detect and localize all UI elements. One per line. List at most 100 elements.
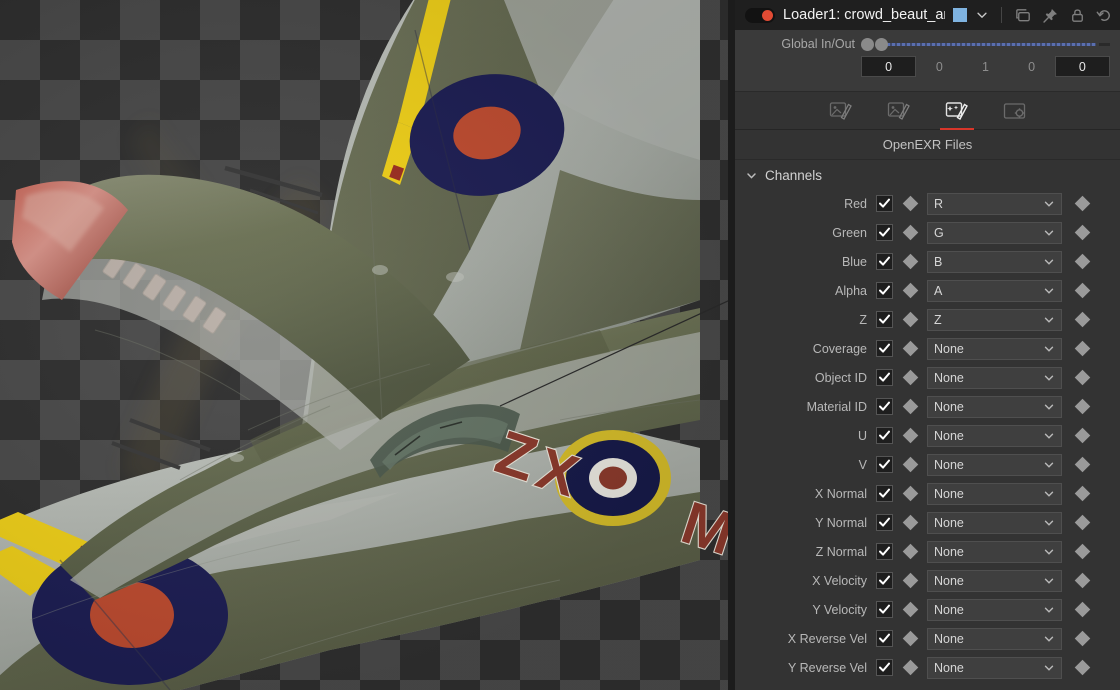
tab-format[interactable] — [944, 98, 970, 124]
keyframe-diamond-icon[interactable] — [1074, 283, 1090, 299]
keyframe-diamond-icon[interactable] — [902, 399, 918, 415]
channel-source-dropdown[interactable]: None — [927, 570, 1062, 592]
keyframe-diamond-icon[interactable] — [902, 544, 918, 560]
chevron-down-icon[interactable] — [975, 8, 989, 22]
lock-icon[interactable] — [1068, 6, 1087, 25]
keyframe-diamond-icon[interactable] — [1074, 544, 1090, 560]
keyframe-diamond-icon[interactable] — [1074, 196, 1090, 212]
duplicate-icon[interactable] — [1014, 6, 1033, 25]
keyframe-diamond-icon[interactable] — [1074, 254, 1090, 270]
checkmark-icon — [879, 256, 890, 267]
keyframe-diamond-icon[interactable] — [1074, 370, 1090, 386]
channel-source-dropdown[interactable]: None — [927, 396, 1062, 418]
channel-source-dropdown[interactable]: None — [927, 541, 1062, 563]
tab-image-1[interactable] — [828, 98, 854, 124]
channel-source-dropdown[interactable]: A — [927, 280, 1062, 302]
channel-source-dropdown[interactable]: None — [927, 483, 1062, 505]
channel-enable-checkbox[interactable] — [876, 485, 893, 502]
channel-enable-checkbox[interactable] — [876, 659, 893, 676]
channel-source-value: None — [934, 574, 964, 588]
channel-source-value: None — [934, 603, 964, 617]
keyframe-diamond-icon[interactable] — [902, 515, 918, 531]
channel-source-dropdown[interactable]: R — [927, 193, 1062, 215]
keyframe-diamond-icon[interactable] — [1074, 486, 1090, 502]
global-in-out-slider[interactable] — [861, 37, 1110, 51]
channel-source-dropdown[interactable]: Z — [927, 309, 1062, 331]
keyframe-diamond-icon[interactable] — [902, 312, 918, 328]
keyframe-diamond-icon[interactable] — [1074, 631, 1090, 647]
channel-enable-checkbox[interactable] — [876, 572, 893, 589]
channel-source-dropdown[interactable]: None — [927, 599, 1062, 621]
channel-enable-checkbox[interactable] — [876, 398, 893, 415]
keyframe-diamond-icon[interactable] — [1074, 225, 1090, 241]
keyframe-cell-right — [1062, 314, 1102, 325]
keyframe-diamond-icon[interactable] — [1074, 428, 1090, 444]
channel-enable-checkbox[interactable] — [876, 340, 893, 357]
channel-source-dropdown[interactable]: None — [927, 628, 1062, 650]
keyframe-diamond-icon[interactable] — [902, 457, 918, 473]
channel-enable-checkbox[interactable] — [876, 601, 893, 618]
channel-source-dropdown[interactable]: B — [927, 251, 1062, 273]
keyframe-diamond-icon[interactable] — [1074, 457, 1090, 473]
channel-enable-checkbox[interactable] — [876, 514, 893, 531]
image-viewer[interactable]: Z X M — [0, 0, 728, 690]
keyframe-diamond-icon[interactable] — [902, 486, 918, 502]
channel-enable-checkbox[interactable] — [876, 224, 893, 241]
channel-enable-checkbox[interactable] — [876, 543, 893, 560]
node-power-toggle[interactable] — [745, 8, 775, 23]
global-in-field[interactable]: 0 — [861, 56, 916, 77]
inspector-panel: Loader1: crowd_beaut_arbritary_ — [735, 0, 1120, 690]
pin-icon[interactable] — [1041, 6, 1060, 25]
channels-section-header[interactable]: Channels — [735, 168, 1120, 189]
chevron-down-icon — [1043, 256, 1055, 268]
keyframe-diamond-icon[interactable] — [902, 254, 918, 270]
channel-enable-checkbox[interactable] — [876, 253, 893, 270]
global-out-field[interactable]: 0 — [1055, 56, 1110, 77]
keyframe-diamond-icon[interactable] — [1074, 660, 1090, 676]
keyframe-diamond-icon[interactable] — [902, 225, 918, 241]
keyframe-diamond-icon[interactable] — [1074, 399, 1090, 415]
keyframe-diamond-icon[interactable] — [1074, 602, 1090, 618]
channel-label: Object ID — [735, 371, 876, 385]
channel-source-dropdown[interactable]: None — [927, 657, 1062, 679]
keyframe-diamond-icon[interactable] — [902, 341, 918, 357]
keyframe-diamond-icon[interactable] — [902, 283, 918, 299]
keyframe-diamond-icon[interactable] — [1074, 573, 1090, 589]
keyframe-diamond-icon[interactable] — [902, 196, 918, 212]
channel-source-dropdown[interactable]: None — [927, 454, 1062, 476]
channel-enable-checkbox[interactable] — [876, 630, 893, 647]
keyframe-diamond-icon[interactable] — [902, 602, 918, 618]
channel-source-dropdown[interactable]: None — [927, 512, 1062, 534]
channel-enable-checkbox[interactable] — [876, 369, 893, 386]
checkmark-icon — [879, 662, 890, 673]
channel-source-dropdown[interactable]: None — [927, 338, 1062, 360]
tab-image-2[interactable] — [886, 98, 912, 124]
keyframe-diamond-icon[interactable] — [902, 428, 918, 444]
keyframe-cell-left — [893, 459, 927, 470]
keyframe-diamond-icon[interactable] — [902, 370, 918, 386]
keyframe-diamond-icon[interactable] — [1074, 341, 1090, 357]
channel-enable-checkbox[interactable] — [876, 195, 893, 212]
reset-icon[interactable] — [1095, 6, 1114, 25]
tab-settings[interactable] — [1002, 98, 1028, 124]
slider-handle-in[interactable] — [861, 38, 874, 51]
channel-source-dropdown[interactable]: None — [927, 367, 1062, 389]
keyframe-diamond-icon[interactable] — [902, 631, 918, 647]
channel-source-dropdown[interactable]: None — [927, 425, 1062, 447]
keyframe-diamond-icon[interactable] — [1074, 312, 1090, 328]
channel-source-dropdown[interactable]: G — [927, 222, 1062, 244]
node-color-swatch[interactable] — [953, 8, 967, 22]
channel-label: Y Reverse Vel — [735, 661, 876, 675]
keyframe-cell-right — [1062, 488, 1102, 499]
channel-enable-checkbox[interactable] — [876, 311, 893, 328]
keyframe-diamond-icon[interactable] — [902, 573, 918, 589]
keyframe-diamond-icon[interactable] — [902, 660, 918, 676]
channel-enable-checkbox[interactable] — [876, 282, 893, 299]
chevron-down-icon — [1043, 575, 1055, 587]
panel-divider[interactable] — [728, 0, 735, 690]
slider-handle-out[interactable] — [875, 38, 888, 51]
channel-enable-checkbox[interactable] — [876, 427, 893, 444]
keyframe-diamond-icon[interactable] — [1074, 515, 1090, 531]
keyframe-cell-right — [1062, 575, 1102, 586]
channel-enable-checkbox[interactable] — [876, 456, 893, 473]
